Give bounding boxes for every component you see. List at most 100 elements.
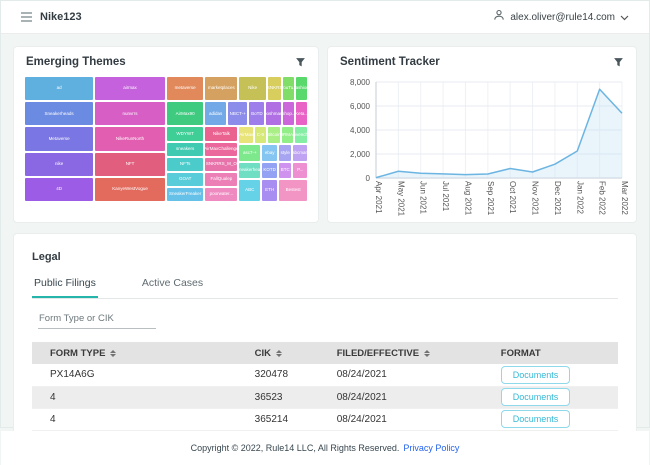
table-cell: 36523 [255,386,337,408]
treemap-tile[interactable]: poshmark [265,101,282,126]
treemap-tile[interactable]: marketplaces [204,76,238,101]
treemap-tile[interactable]: KOTD [261,162,278,180]
legal-title: Legal [32,251,618,263]
svg-text:2,000: 2,000 [350,150,371,159]
treemap-tile[interactable]: SneakerFreaker [166,187,204,202]
treemap-tile[interactable]: WDYWT [166,126,204,141]
app-footer: Copyright © 2022, Rule14 LLC, All Rights… [1,431,649,465]
treemap-tile[interactable]: nike [24,152,94,177]
treemap-tile[interactable]: C-9 [254,126,267,144]
sentiment-tracker-card: Sentiment Tracker Apr 2021May 2021Jun 20… [327,46,637,223]
treemap-tile[interactable]: YouTu... [282,76,295,101]
svg-text:Jul 2021: Jul 2021 [441,181,450,212]
treemap-tile[interactable]: AirMax90 [166,101,204,126]
table-cell: 4 [32,408,255,430]
documents-button[interactable]: Documents [501,366,571,384]
filter-icon[interactable] [613,57,624,68]
treemap-tile[interactable]: Bitcoin [267,126,281,144]
tab-active-cases[interactable]: Active Cases [140,273,205,298]
treemap-tile[interactable]: GOAT [166,172,204,187]
treemap-tile[interactable]: AirMaxChallenge [204,142,238,157]
filter-icon[interactable] [295,57,306,68]
treemap-tile[interactable]: asc7-+ [238,144,261,162]
sentiment-chart: Apr 2021May 2021Jun 2021Jul 2021Aug 2021… [334,74,630,224]
treemap-tile[interactable]: BoTD [248,101,265,126]
table-cell: 4 [32,386,255,408]
svg-text:Aug 2021: Aug 2021 [463,181,472,216]
treemap-tile[interactable]: poorwater... [204,187,238,202]
treemap-tile[interactable]: 4D [24,177,94,202]
treemap-tile[interactable]: NFT [94,152,166,177]
treemap-tile[interactable]: ebay [261,144,278,162]
filings-table: FORM TYPECIKFILED/EFFECTIVEFORMAT PX14A6… [32,342,618,431]
treemap-tile[interactable]: Bestest [278,179,308,202]
treemap-tile[interactable]: sneakerhead [238,162,261,180]
column-header-form-type[interactable]: FORM TYPE [32,342,255,364]
svg-text:4,000: 4,000 [350,126,371,135]
treemap-tile[interactable]: FallQualep [204,172,238,187]
legal-tabs: Public Filings Active Cases [32,273,618,299]
table-cell: 08/24/2021 [337,364,501,386]
column-header-format: FORMAT [501,342,618,364]
treemap-tile[interactable]: fashion [295,76,308,101]
copyright-text: Copyright © 2022, Rule14 LLC, All Rights… [191,443,400,453]
tab-public-filings[interactable]: Public Filings [32,273,98,298]
treemap-tile[interactable]: P... [292,162,308,180]
svg-text:8,000: 8,000 [350,78,371,87]
column-header-cik[interactable]: CIK [255,342,337,364]
form-type-cik-search-input[interactable] [38,311,156,329]
treemap-tile[interactable]: NFTs [166,157,204,172]
documents-button[interactable]: Documents [501,388,571,406]
table-cell: 365214 [255,408,337,430]
svg-text:Mar 2022: Mar 2022 [620,181,629,215]
privacy-policy-link[interactable]: Privacy Policy [403,443,459,453]
hamburger-menu-icon[interactable] [21,12,32,22]
sort-icon[interactable] [110,350,116,357]
table-cell-format: Documents [501,386,618,408]
treemap-tile[interactable]: shop... [282,101,295,126]
treemap-tile[interactable]: Givenchy [294,126,308,144]
treemap-tile[interactable]: NikeRunNorth [94,126,166,151]
treemap-tile[interactable]: ETH [261,179,278,202]
treemap-tile[interactable]: BTC [278,162,292,180]
emerging-themes-title: Emerging Themes [26,56,126,68]
column-header-filed-effective[interactable]: FILED/EFFECTIVE [337,342,501,364]
treemap-tile[interactable]: adidas [204,101,227,126]
treemap-tile[interactable]: ad [24,76,94,101]
treemap-tile[interactable]: Sneakerheads [24,101,94,126]
treemap-tile[interactable]: sneakers [166,142,204,157]
treemap-tile[interactable]: AIRMAX [281,126,294,144]
treemap-tile[interactable]: KanyeWestVogue [94,177,166,202]
table-cell-format: Documents [501,364,618,386]
sort-icon[interactable] [276,350,282,357]
svg-text:Apr 2021: Apr 2021 [374,181,383,214]
treemap-tile[interactable]: NikeTalk [204,126,238,141]
user-menu[interactable]: alex.oliver@rule14.com [493,8,629,26]
treemap-tile[interactable]: metaverse [166,76,204,101]
treemap-tile[interactable]: SNKRRS_M_O [204,157,238,172]
svg-text:Jan 2022: Jan 2022 [575,181,584,214]
table-cell: PX14A6G [32,364,255,386]
table-row: 436521408/24/2021Documents [32,408,618,430]
treemap-tile[interactable]: AirMax [238,126,254,144]
svg-text:Feb 2022: Feb 2022 [598,181,607,215]
sort-icon[interactable] [424,350,430,357]
svg-text:6,000: 6,000 [350,102,371,111]
svg-text:Oct 2021: Oct 2021 [508,181,517,214]
treemap-tile[interactable]: Metaverse [24,126,94,151]
treemap-tile[interactable]: style [278,144,292,162]
legal-card: Legal Public Filings Active Cases FORM T… [13,233,637,431]
filings-table-body: PX14A6G32047808/24/2021Documents43652308… [32,364,618,430]
treemap-tile[interactable]: airmax [94,76,166,101]
documents-button[interactable]: Documents [501,410,571,428]
treemap-tile[interactable]: ABC [238,179,261,202]
app-header: Nike123 alex.oliver@rule14.com [1,1,649,34]
treemap-tile[interactable]: Keta... [295,101,308,126]
treemap-tile[interactable]: Nike [238,76,266,101]
treemap-tile[interactable]: nunvrrs [94,101,166,126]
treemap-tile[interactable]: abcmart [292,144,308,162]
treemap-tile[interactable]: NBCT-+ [227,101,248,126]
treemap-tile[interactable]: SNKRS [267,76,283,101]
table-cell: 320478 [255,364,337,386]
sentiment-tracker-title: Sentiment Tracker [340,56,440,68]
